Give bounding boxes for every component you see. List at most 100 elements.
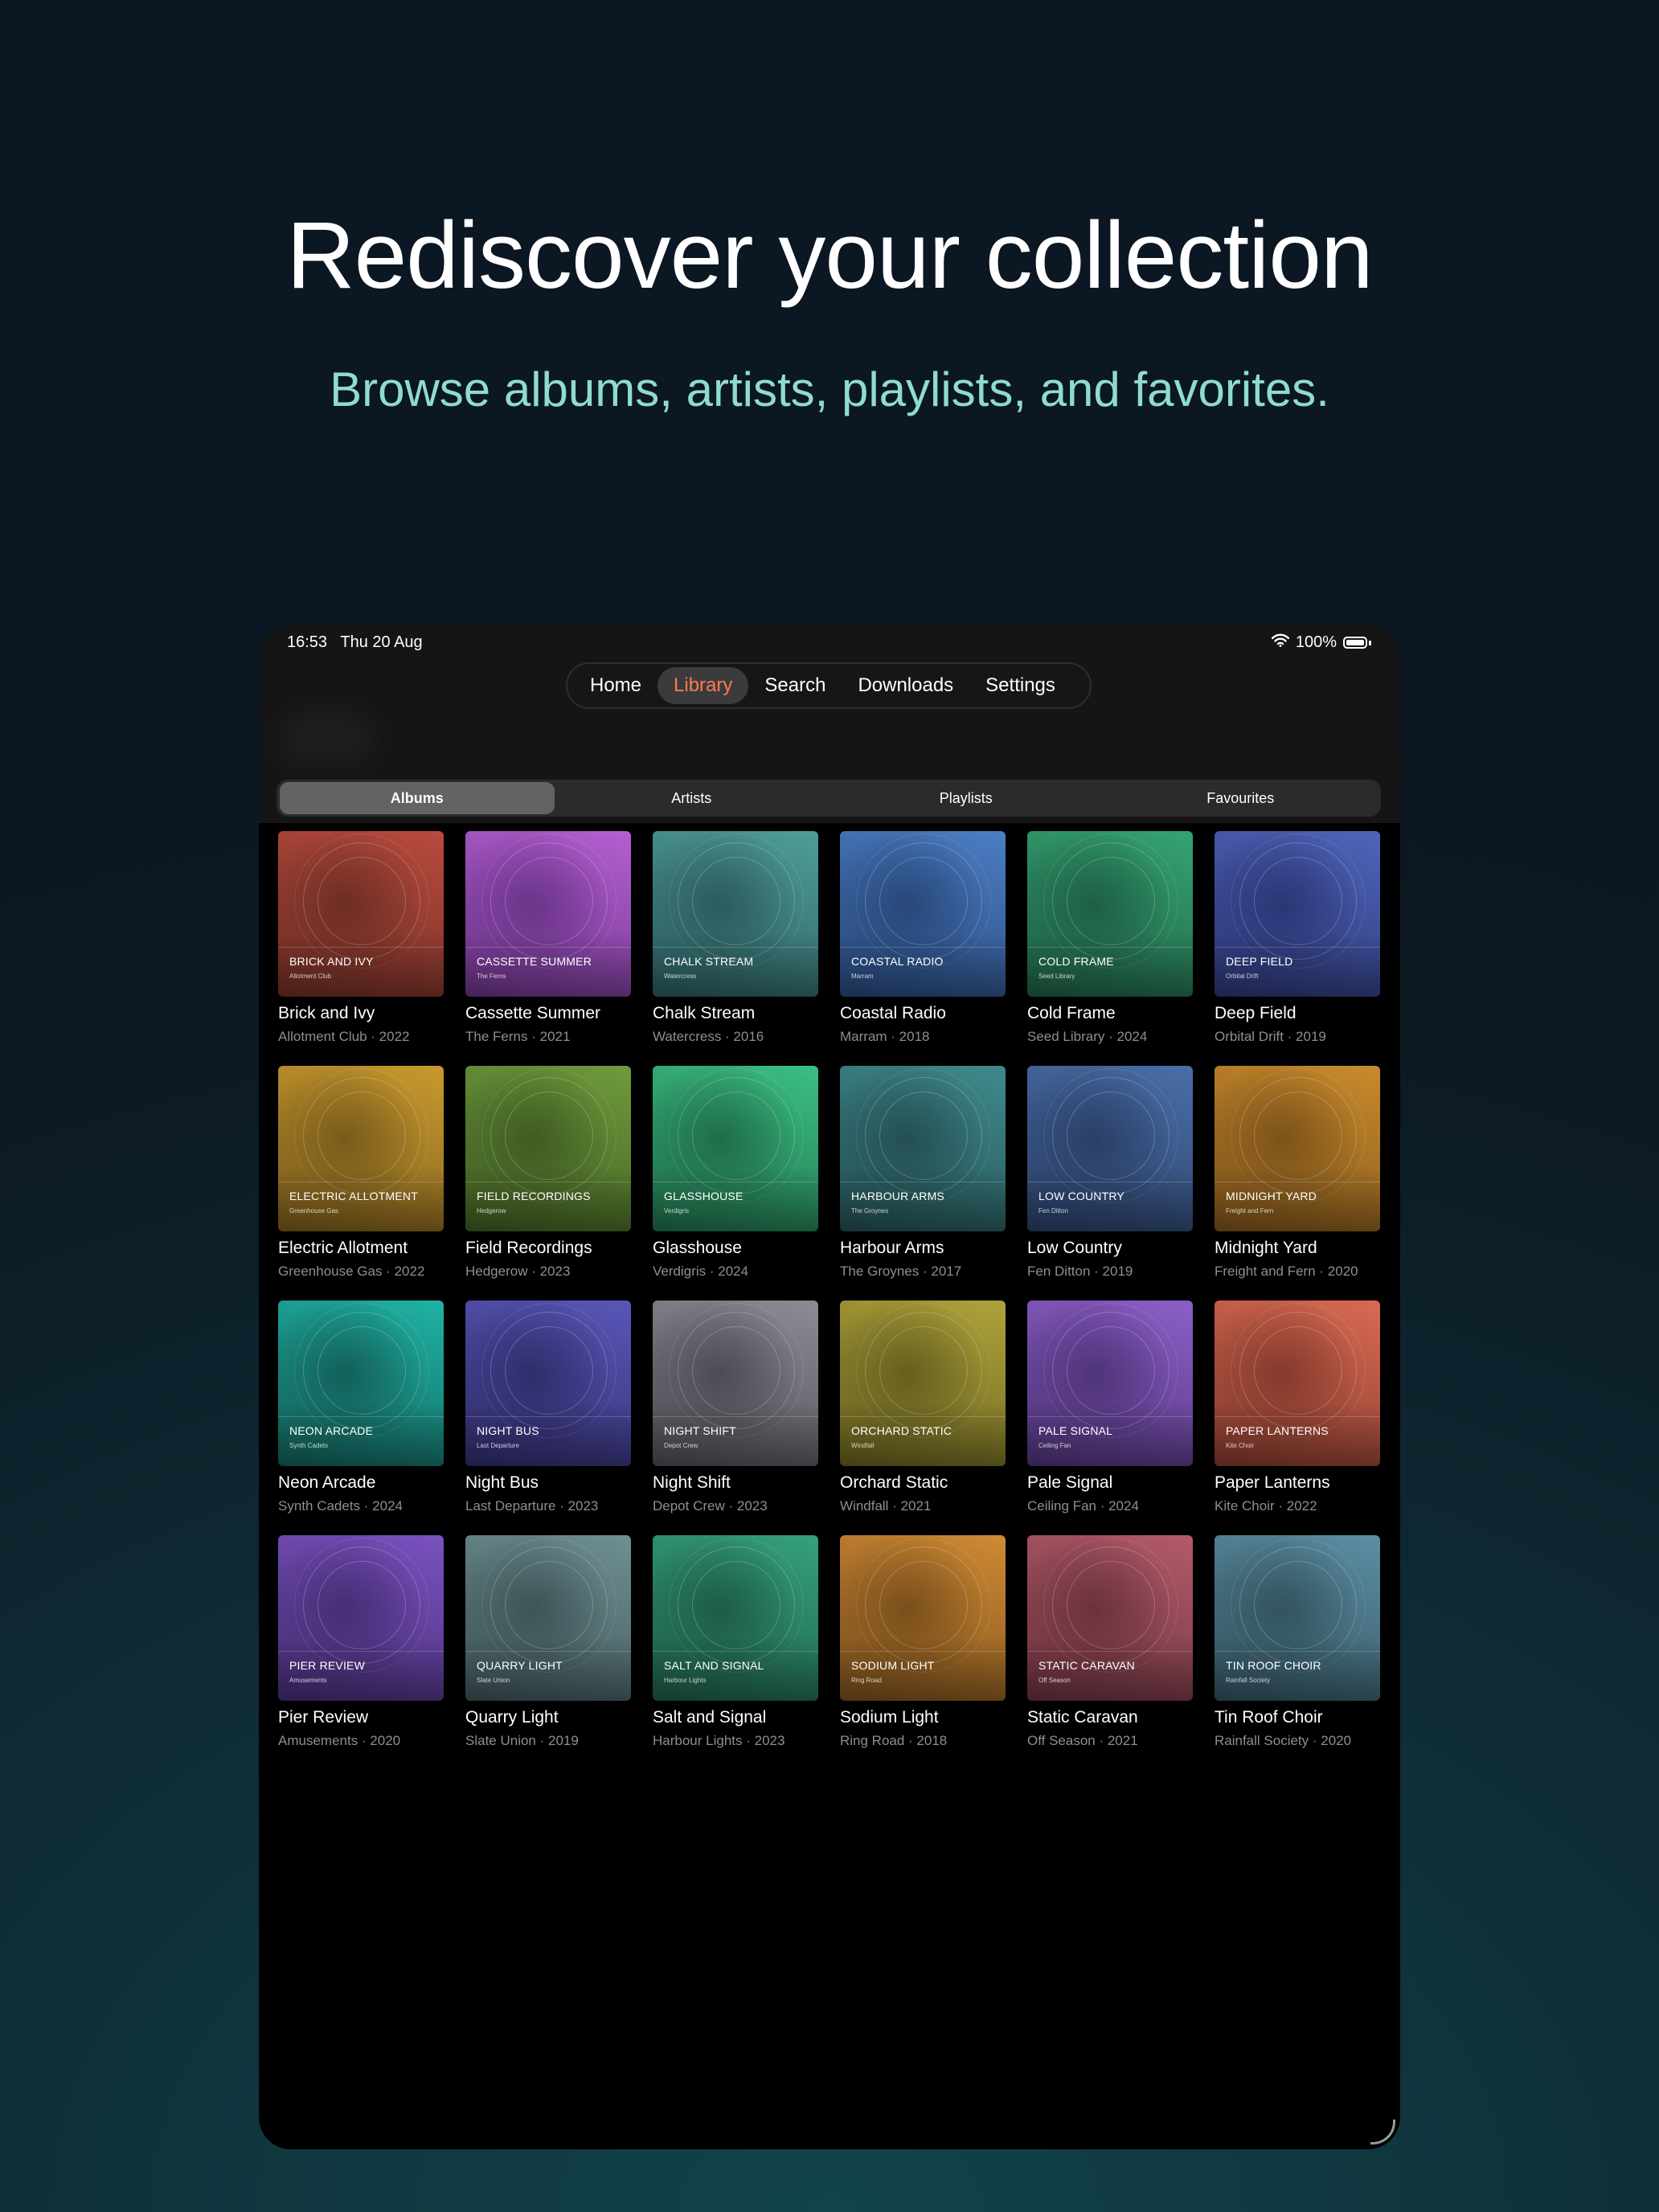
battery-icon xyxy=(1343,637,1367,649)
album-title[interactable]: Field Recordings xyxy=(465,1238,631,1259)
album-meta: Watercress · 2016 xyxy=(653,1029,764,1044)
cover-artist: Amusements xyxy=(289,1677,327,1684)
album-title[interactable]: Night Shift xyxy=(653,1473,818,1493)
album-cover[interactable]: Cassette Summer The Ferns xyxy=(465,831,631,997)
album-cover[interactable]: Paper Lanterns Kite Choir xyxy=(1215,1301,1380,1466)
segment-artists[interactable]: Artists xyxy=(555,782,830,814)
album-cover[interactable]: Pier Review Amusements xyxy=(278,1535,444,1701)
cover-title: Paper Lanterns xyxy=(1226,1424,1329,1437)
album-card[interactable]: Sodium Light Ring Road Sodium Light Ring… xyxy=(840,1535,1006,1770)
album-title[interactable]: Tin Roof Choir xyxy=(1215,1707,1380,1728)
album-card[interactable]: Coastal Radio Marram Coastal Radio Marra… xyxy=(840,831,1006,1066)
cover-title: Midnight Yard xyxy=(1226,1190,1317,1202)
album-card[interactable]: Glasshouse Verdigris Glasshouse Verdigri… xyxy=(653,1066,818,1301)
album-cover[interactable]: Brick and Ivy Allotment Club xyxy=(278,831,444,997)
album-card[interactable]: Tin Roof Choir Rainfall Society Tin Roof… xyxy=(1215,1535,1380,1770)
album-title[interactable]: Harbour Arms xyxy=(840,1238,1006,1259)
cover-artist: Depot Crew xyxy=(664,1442,698,1449)
cover-title: Brick and Ivy xyxy=(289,955,374,968)
tab-settings[interactable]: Settings xyxy=(969,667,1071,704)
album-cover[interactable]: Night Shift Depot Crew xyxy=(653,1301,818,1466)
album-title[interactable]: Low Country xyxy=(1027,1238,1193,1259)
album-cover[interactable]: Tin Roof Choir Rainfall Society xyxy=(1215,1535,1380,1701)
album-title[interactable]: Neon Arcade xyxy=(278,1473,444,1493)
album-card[interactable]: Night Shift Depot Crew Night Shift Depot… xyxy=(653,1301,818,1535)
album-card[interactable]: Pier Review Amusements Pier Review Amuse… xyxy=(278,1535,444,1770)
status-time-date: 16:53 Thu 20 Aug xyxy=(287,633,423,652)
album-title[interactable]: Salt and Signal xyxy=(653,1707,818,1728)
album-meta: Harbour Lights · 2023 xyxy=(653,1733,785,1748)
segment-favourites[interactable]: Favourites xyxy=(1104,782,1378,814)
album-card[interactable]: Orchard Static Windfall Orchard Static W… xyxy=(840,1301,1006,1535)
album-cover[interactable]: Salt and Signal Harbour Lights xyxy=(653,1535,818,1701)
album-card[interactable]: Midnight Yard Freight and Fern Midnight … xyxy=(1215,1066,1380,1301)
cover-artist: Harbour Lights xyxy=(664,1677,707,1684)
album-card[interactable]: Cold Frame Seed Library Cold Frame Seed … xyxy=(1027,831,1193,1066)
album-card[interactable]: Harbour Arms The Groynes Harbour Arms Th… xyxy=(840,1066,1006,1301)
album-card[interactable]: Paper Lanterns Kite Choir Paper Lanterns… xyxy=(1215,1301,1380,1535)
album-card[interactable]: Electric Allotment Greenhouse Gas Electr… xyxy=(278,1066,444,1301)
corner-indicator xyxy=(1370,2120,1395,2144)
album-cover[interactable]: Chalk Stream Watercress xyxy=(653,831,818,997)
album-card[interactable]: Low Country Fen Ditton Low Country Fen D… xyxy=(1027,1066,1193,1301)
album-title[interactable]: Sodium Light xyxy=(840,1707,1006,1728)
album-title[interactable]: Cold Frame xyxy=(1027,1003,1193,1024)
album-card[interactable]: Pale Signal Ceiling Fan Pale Signal Ceil… xyxy=(1027,1301,1193,1535)
album-cover[interactable]: Glasshouse Verdigris xyxy=(653,1066,818,1231)
album-cover[interactable]: Midnight Yard Freight and Fern xyxy=(1215,1066,1380,1231)
album-card[interactable]: Field Recordings Hedgerow Field Recordin… xyxy=(465,1066,631,1301)
cover-artist: Greenhouse Gas xyxy=(289,1207,338,1215)
album-title[interactable]: Glasshouse xyxy=(653,1238,818,1259)
album-meta: Allotment Club · 2022 xyxy=(278,1029,410,1044)
album-cover[interactable]: Neon Arcade Synth Cadets xyxy=(278,1301,444,1466)
tab-library[interactable]: Library xyxy=(657,667,749,704)
album-title[interactable]: Cassette Summer xyxy=(465,1003,631,1024)
album-cover[interactable]: Sodium Light Ring Road xyxy=(840,1535,1006,1701)
album-cover[interactable]: Electric Allotment Greenhouse Gas xyxy=(278,1066,444,1231)
album-title[interactable]: Quarry Light xyxy=(465,1707,631,1728)
tab-downloads[interactable]: Downloads xyxy=(842,667,969,704)
album-card[interactable]: Static Caravan Off Season Static Caravan… xyxy=(1027,1535,1193,1770)
album-cover[interactable]: Night Bus Last Departure xyxy=(465,1301,631,1466)
album-title[interactable]: Paper Lanterns xyxy=(1215,1473,1380,1493)
album-title[interactable]: Midnight Yard xyxy=(1215,1238,1380,1259)
cover-artist: Off Season xyxy=(1038,1677,1071,1684)
tab-home[interactable]: Home xyxy=(574,667,657,704)
cover-title: Static Caravan xyxy=(1038,1659,1135,1672)
cover-artist: Slate Union xyxy=(477,1677,510,1684)
album-title[interactable]: Static Caravan xyxy=(1027,1707,1193,1728)
album-cover[interactable]: Static Caravan Off Season xyxy=(1027,1535,1193,1701)
album-title[interactable]: Brick and Ivy xyxy=(278,1003,444,1024)
album-card[interactable]: Night Bus Last Departure Night Bus Last … xyxy=(465,1301,631,1535)
album-card[interactable]: Cassette Summer The Ferns Cassette Summe… xyxy=(465,831,631,1066)
segment-albums[interactable]: Albums xyxy=(280,782,555,814)
album-card[interactable]: Neon Arcade Synth Cadets Neon Arcade Syn… xyxy=(278,1301,444,1535)
album-title[interactable]: Pale Signal xyxy=(1027,1473,1193,1493)
album-title[interactable]: Electric Allotment xyxy=(278,1238,444,1259)
album-title[interactable]: Deep Field xyxy=(1215,1003,1380,1024)
album-cover[interactable]: Quarry Light Slate Union xyxy=(465,1535,631,1701)
album-meta: Kite Choir · 2022 xyxy=(1215,1498,1317,1514)
album-cover[interactable]: Harbour Arms The Groynes xyxy=(840,1066,1006,1231)
headline: Rediscover your collection xyxy=(286,203,1373,309)
album-card[interactable]: Chalk Stream Watercress Chalk Stream Wat… xyxy=(653,831,818,1066)
album-card[interactable]: Brick and Ivy Allotment Club Brick and I… xyxy=(278,831,444,1066)
album-card[interactable]: Quarry Light Slate Union Quarry Light Sl… xyxy=(465,1535,631,1770)
album-cover[interactable]: Pale Signal Ceiling Fan xyxy=(1027,1301,1193,1466)
album-cover[interactable]: Coastal Radio Marram xyxy=(840,831,1006,997)
cover-title: Pier Review xyxy=(289,1659,365,1672)
album-title[interactable]: Chalk Stream xyxy=(653,1003,818,1024)
album-cover[interactable]: Orchard Static Windfall xyxy=(840,1301,1006,1466)
album-cover[interactable]: Cold Frame Seed Library xyxy=(1027,831,1193,997)
tab-search[interactable]: Search xyxy=(748,667,842,704)
segment-playlists[interactable]: Playlists xyxy=(829,782,1104,814)
album-card[interactable]: Deep Field Orbital Drift Deep Field Orbi… xyxy=(1215,831,1380,1066)
album-title[interactable]: Coastal Radio xyxy=(840,1003,1006,1024)
album-cover[interactable]: Deep Field Orbital Drift xyxy=(1215,831,1380,997)
album-title[interactable]: Orchard Static xyxy=(840,1473,1006,1493)
album-title[interactable]: Night Bus xyxy=(465,1473,631,1493)
album-card[interactable]: Salt and Signal Harbour Lights Salt and … xyxy=(653,1535,818,1770)
album-cover[interactable]: Low Country Fen Ditton xyxy=(1027,1066,1193,1231)
album-title[interactable]: Pier Review xyxy=(278,1707,444,1728)
album-cover[interactable]: Field Recordings Hedgerow xyxy=(465,1066,631,1231)
